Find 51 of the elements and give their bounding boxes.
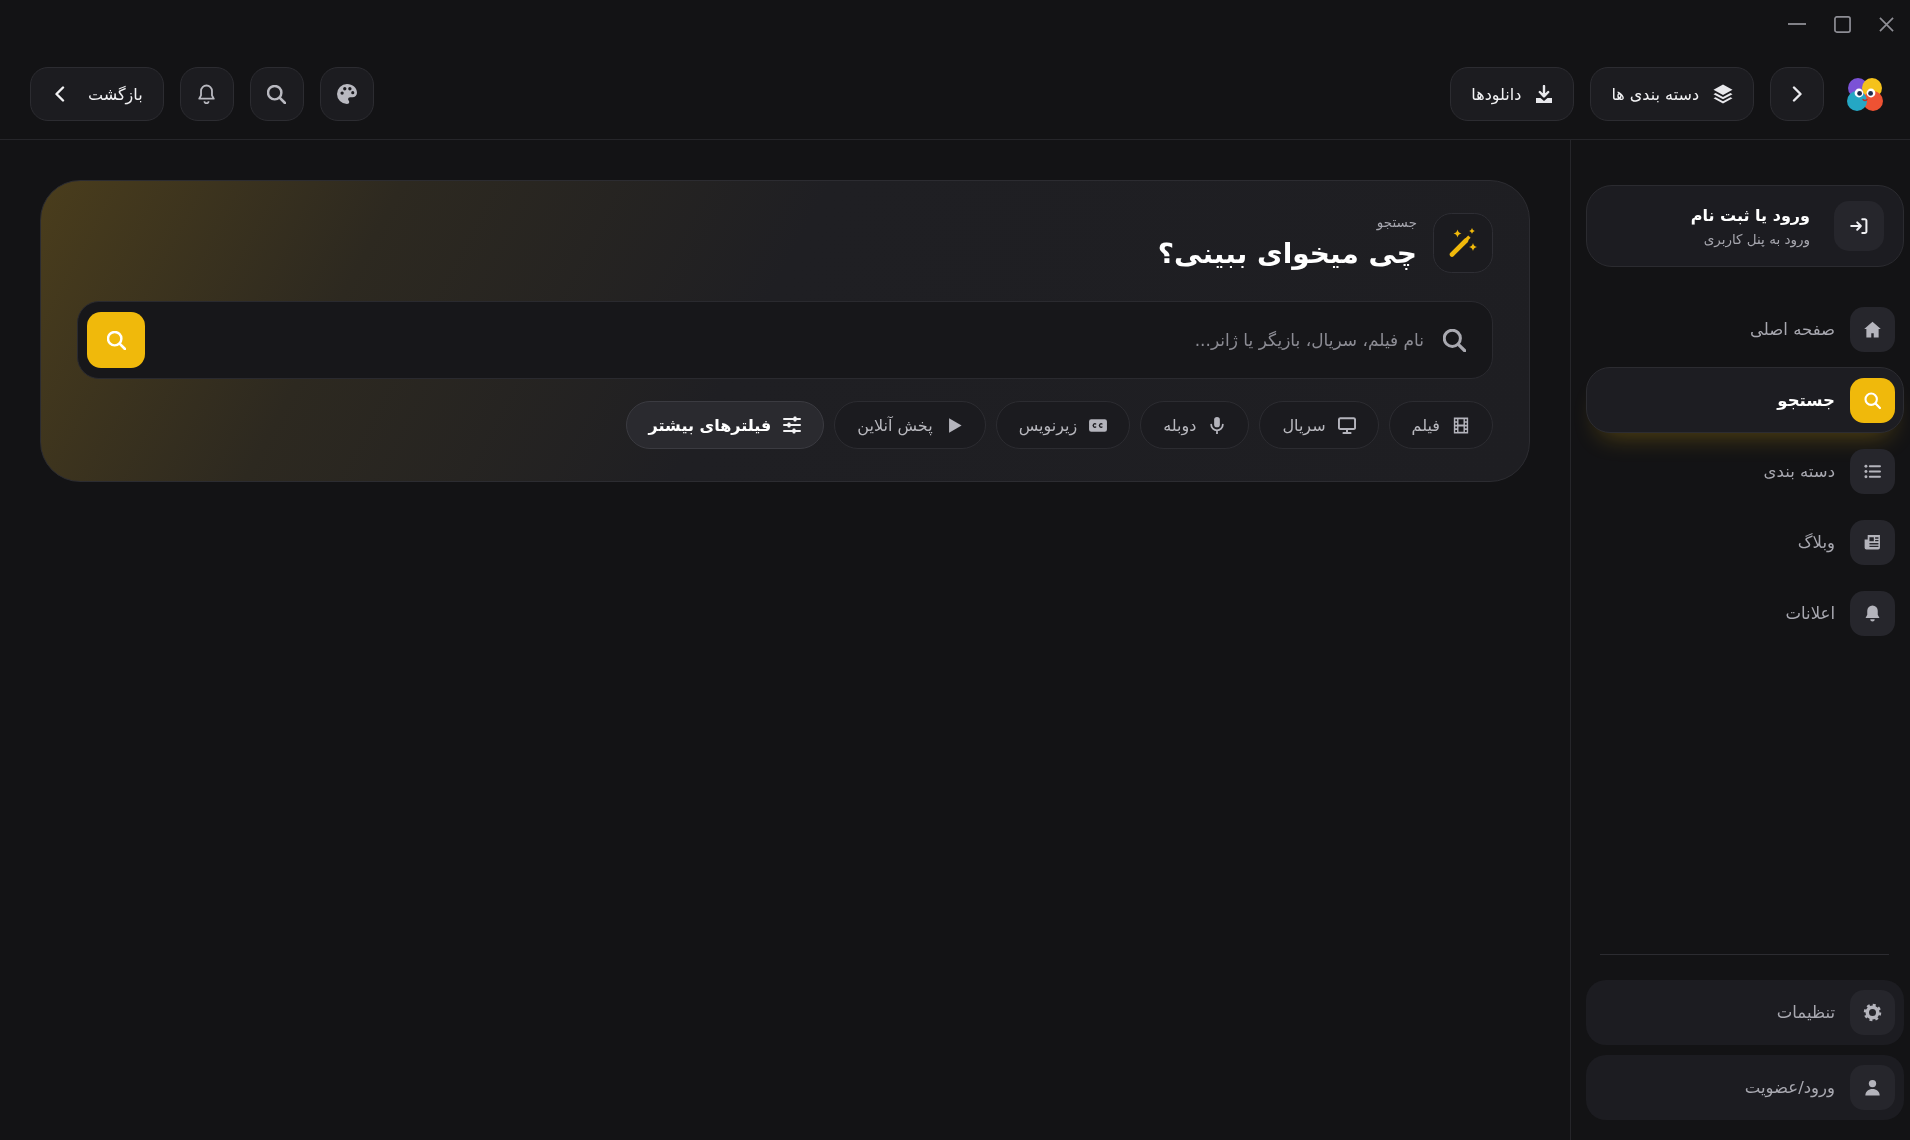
- nav-item[interactable]: اعلانات: [1586, 580, 1904, 646]
- filter-chip[interactable]: فیلم: [1388, 401, 1493, 449]
- filter-chip[interactable]: پخش آنلاین: [834, 401, 986, 449]
- film-icon: [1452, 416, 1470, 434]
- search-icon: [1443, 329, 1466, 352]
- sidebar-footer-item[interactable]: تنظیمات: [1586, 980, 1904, 1045]
- login-title: ورود یا ثبت نام: [1690, 205, 1810, 225]
- settings-icon: [1850, 990, 1895, 1035]
- search-icon: [106, 330, 126, 350]
- download-icon: [1535, 84, 1554, 104]
- monitor-icon: [1337, 416, 1356, 434]
- microphone-icon: [1208, 416, 1227, 434]
- categories-button[interactable]: دسته بندی ها: [1590, 67, 1754, 121]
- filter-chip[interactable]: دوبله: [1140, 401, 1250, 449]
- filter-chip[interactable]: زیرنویس: [995, 401, 1131, 449]
- maximize-icon[interactable]: [1834, 15, 1851, 33]
- filter-chip[interactable]: سریال: [1259, 401, 1379, 449]
- nav-item[interactable]: دسته بندی: [1586, 438, 1904, 504]
- search-button[interactable]: [87, 312, 145, 368]
- palette-icon: [336, 84, 357, 104]
- newspaper-icon: [1850, 519, 1895, 565]
- bell-icon: [198, 84, 216, 104]
- search-icon: [1850, 377, 1895, 423]
- home-icon: [1850, 306, 1895, 352]
- user-icon: [1850, 1065, 1895, 1110]
- page-title: چی میخوای ببینی؟: [1157, 235, 1417, 272]
- back-button[interactable]: بازگشت: [30, 67, 164, 121]
- more-filters-button[interactable]: فیلترهای بیشتر: [625, 401, 825, 449]
- nav-item[interactable]: جستجو: [1586, 367, 1904, 433]
- nav-item[interactable]: وبلاگ: [1586, 509, 1904, 575]
- search-field[interactable]: نام فیلم، سریال، بازیگر یا ژانر...: [77, 301, 1493, 379]
- close-icon[interactable]: [1879, 16, 1894, 32]
- chevron-left-icon: [55, 86, 66, 102]
- sliders-icon: [783, 416, 802, 434]
- subtitles-icon: [1089, 416, 1108, 434]
- mascot-logo-icon: [1845, 76, 1885, 112]
- layers-icon: [1713, 84, 1733, 104]
- list-icon: [1850, 448, 1895, 494]
- nav-item[interactable]: صفحه اصلی: [1586, 296, 1904, 362]
- notifications-button[interactable]: [179, 67, 234, 121]
- chevron-right-icon: [1791, 86, 1803, 102]
- section-label: جستجو: [1375, 213, 1417, 230]
- search-icon: [267, 84, 287, 104]
- downloads-button[interactable]: دانلودها: [1450, 67, 1575, 121]
- login-subtitle: ورود به پنل کاربری: [1702, 230, 1810, 247]
- search-button[interactable]: [249, 67, 304, 121]
- magic-wand-icon: [1433, 213, 1493, 273]
- theme-button[interactable]: [319, 67, 374, 121]
- login-card[interactable]: ورود یا ثبت نام ورود به پنل کاربری: [1586, 185, 1904, 267]
- sidebar-footer-item[interactable]: ورود/عضویت: [1586, 1055, 1904, 1120]
- bell-icon: [1850, 590, 1895, 636]
